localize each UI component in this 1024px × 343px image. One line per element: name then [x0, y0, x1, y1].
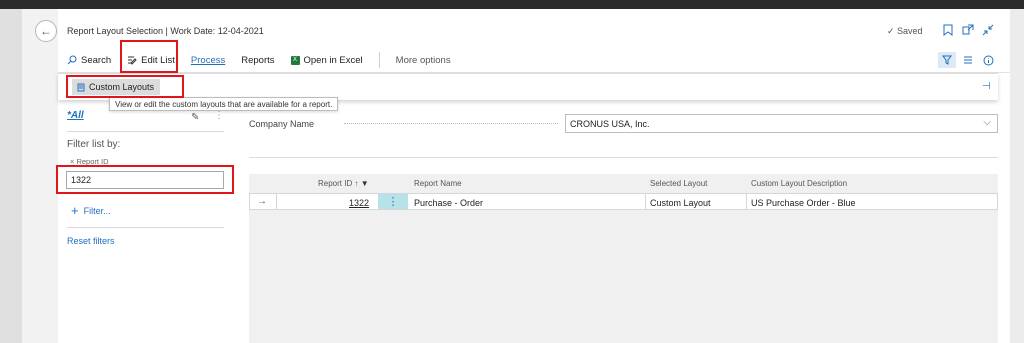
view-all-link[interactable]: *All — [67, 110, 84, 121]
process-label: Process — [190, 54, 226, 66]
pin-icon[interactable]: ⊣ — [982, 81, 991, 92]
back-button[interactable]: ← — [35, 20, 57, 42]
more-icon[interactable]: ⋮ — [214, 110, 224, 121]
row-actions-icon[interactable]: ⋮ — [378, 194, 408, 209]
plus-icon: + — [71, 203, 79, 218]
column-header-report-id[interactable]: Report ID ↑ ▼ — [318, 179, 369, 188]
search-action[interactable]: Search — [67, 55, 111, 66]
right-gutter — [1010, 9, 1024, 343]
open-in-excel-action[interactable]: X Open in Excel — [290, 54, 363, 66]
add-filter-label: Filter... — [83, 205, 111, 216]
chevron-down-icon: ⌵ — [983, 117, 991, 128]
company-name-select[interactable]: CRONUS USA, Inc. ⌵ — [565, 114, 998, 133]
saved-status: ✓ Saved — [887, 26, 923, 36]
column-divider — [276, 193, 277, 210]
company-name-label: Company Name — [249, 119, 315, 129]
action-separator — [378, 52, 380, 68]
more-options-label: More options — [395, 54, 451, 66]
process-submenu — [58, 73, 998, 100]
cell-report-id[interactable]: 1322 — [349, 198, 369, 208]
row-selector-arrow-icon[interactable]: → — [257, 196, 267, 207]
info-icon[interactable] — [981, 53, 995, 67]
filter-active-icon: ▼ — [360, 179, 369, 188]
highlight-box-custom-layouts — [66, 75, 184, 98]
back-arrow-icon: ← — [40, 24, 52, 38]
cell-report-name: Purchase - Order — [414, 198, 484, 208]
search-icon — [67, 55, 77, 65]
left-gutter — [0, 9, 22, 343]
column-divider — [746, 193, 747, 210]
report-id-header-label: Report ID ↑ — [318, 179, 359, 188]
bookmark-icon[interactable] — [941, 23, 955, 37]
reset-filters-link[interactable]: Reset filters — [67, 236, 115, 246]
highlight-box-report-id-filter — [56, 165, 234, 194]
open-new-window-icon[interactable] — [961, 23, 975, 37]
page-title: Report Layout Selection | Work Date: 12-… — [67, 26, 264, 36]
edit-view-icon[interactable]: ✎ — [191, 112, 199, 123]
top-bar — [0, 0, 1024, 9]
highlight-box-edit-list — [120, 40, 178, 73]
filter-pane-icon[interactable] — [938, 52, 956, 68]
filter-list-by-label: Filter list by: — [67, 139, 121, 150]
reports-label: Reports — [241, 54, 275, 66]
column-header-selected-layout[interactable]: Selected Layout — [650, 179, 707, 188]
reset-separator — [67, 227, 224, 228]
excel-icon: X — [290, 55, 300, 65]
column-divider — [645, 193, 646, 210]
company-name-value: CRONUS USA, Inc. — [570, 118, 650, 129]
more-options-action[interactable]: More options — [396, 55, 451, 66]
list-separator — [249, 157, 998, 158]
custom-layouts-tooltip: View or edit the custom layouts that are… — [109, 97, 339, 111]
reports-tab[interactable]: Reports — [241, 55, 274, 66]
saved-label: Saved — [897, 26, 923, 36]
list-view-icon[interactable] — [961, 53, 975, 67]
column-header-report-name[interactable]: Report Name — [414, 179, 462, 188]
company-dotted-leader — [344, 123, 558, 124]
cell-selected-layout[interactable]: Custom Layout — [650, 198, 711, 208]
add-filter-link[interactable]: + Filter... — [71, 204, 111, 217]
search-label: Search — [81, 54, 112, 66]
collapse-icon[interactable] — [981, 23, 995, 37]
open-in-excel-label: Open in Excel — [303, 54, 363, 66]
process-tab[interactable]: Process — [191, 55, 225, 66]
filter-separator — [67, 131, 224, 132]
column-header-custom-layout-description[interactable]: Custom Layout Description — [751, 179, 847, 188]
cell-custom-layout-description[interactable]: US Purchase Order - Blue — [751, 198, 856, 208]
